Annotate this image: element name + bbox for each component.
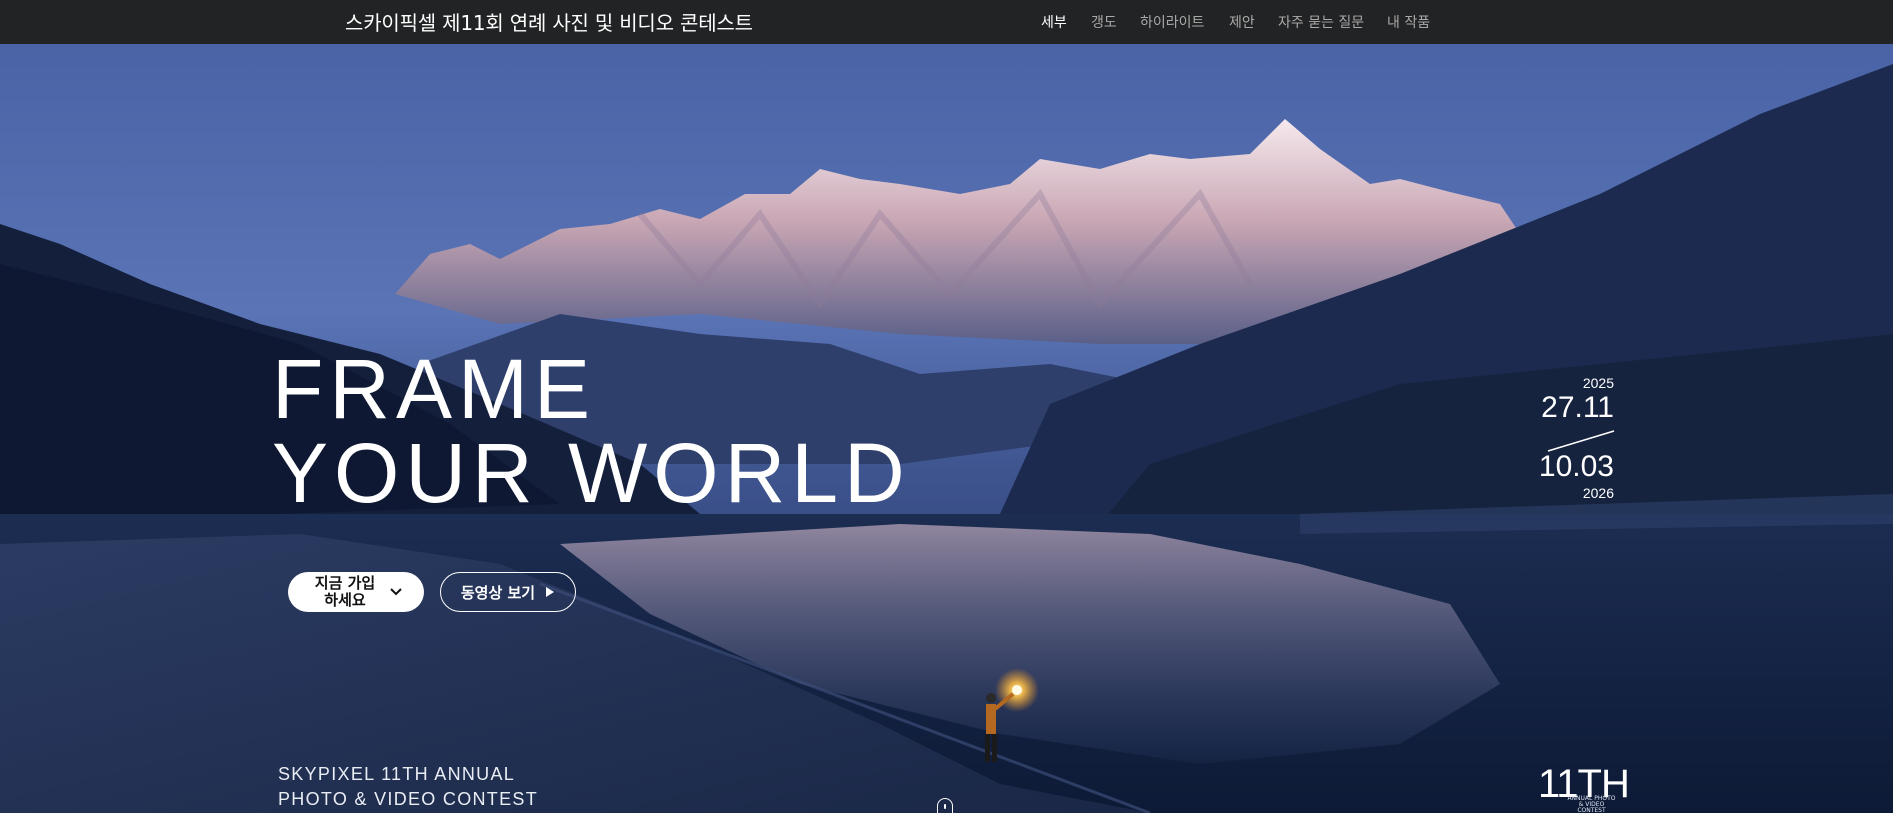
video-button-label: 동영상 보기 (460, 583, 536, 602)
join-now-button[interactable]: 지금 가입 하세요 (288, 572, 424, 612)
chevron-down-icon (390, 588, 402, 596)
hero-section: FRAME YOUR WORLD 2025 27.11 10.03 2026 지… (0, 44, 1893, 813)
site-title[interactable]: 스카이픽셀 제11회 연례 사진 및 비디오 콘테스트 (345, 7, 753, 36)
headline-line-1: FRAME (272, 342, 596, 436)
start-year: 2025 (1582, 375, 1614, 391)
nav-item-details[interactable]: 세부 (1041, 12, 1067, 32)
hero-headline: FRAME YOUR WORLD (272, 347, 911, 515)
subtitle-line-1: SKYPIXEL 11TH ANNUAL (278, 764, 516, 784)
nav-item-proposal[interactable]: 제안 (1229, 12, 1255, 32)
start-date: 27.11 (1541, 391, 1614, 424)
badge-caption: ANNUAL PHOTO & VIDEO CONTEST (1567, 795, 1616, 813)
nav-item-highlights[interactable]: 하이라이트 (1140, 12, 1204, 32)
contest-dates: 2025 27.11 10.03 2026 (1530, 375, 1670, 505)
contest-subtitle: SKYPIXEL 11TH ANNUAL PHOTO & VIDEO CONTE… (278, 762, 538, 812)
scroll-mouse-icon[interactable] (937, 798, 953, 813)
nav-item-my-works[interactable]: 내 작품 (1387, 12, 1430, 32)
top-navigation-bar: 스카이픽셀 제11회 연례 사진 및 비디오 콘테스트 세부 갱도 하이라이트 … (0, 0, 1893, 44)
watch-video-button[interactable]: 동영상 보기 (440, 572, 576, 612)
nav-item-faq[interactable]: 자주 묻는 질문 (1278, 12, 1364, 32)
join-button-label: 지금 가입 하세요 (314, 574, 376, 609)
11th-badge-logo: 11TH ANNUAL PHOTO & VIDEO CONTEST (1538, 762, 1630, 813)
end-date: 10.03 (1538, 450, 1614, 483)
subtitle-line-2: PHOTO & VIDEO CONTEST (278, 789, 538, 809)
end-year: 2026 (1582, 485, 1614, 501)
play-icon (546, 587, 555, 597)
headline-line-2: YOUR WORLD (272, 426, 911, 520)
nav-item-gallery[interactable]: 갱도 (1091, 12, 1117, 32)
